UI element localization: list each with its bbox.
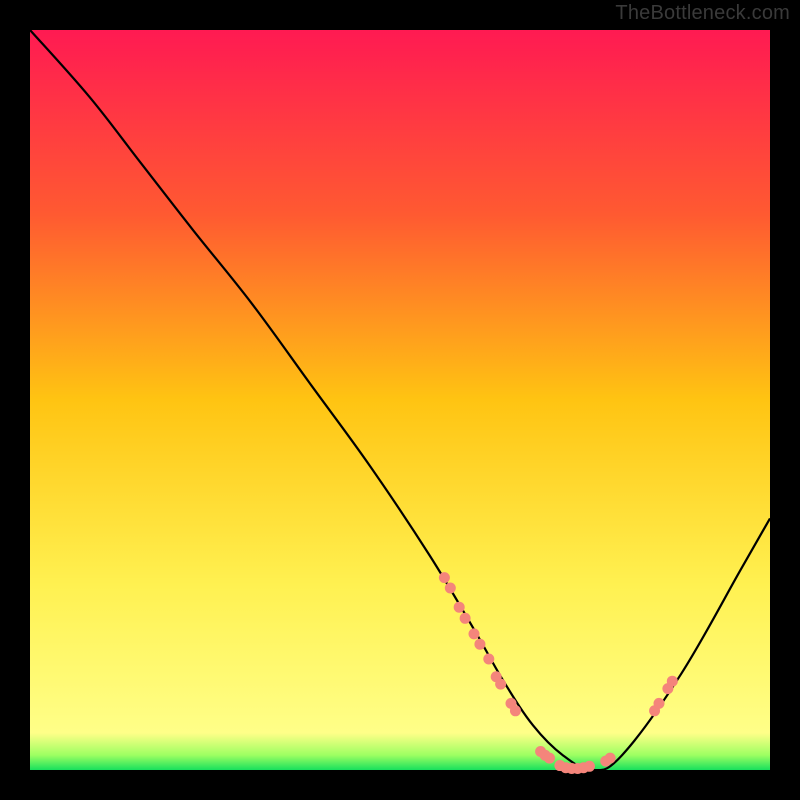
bottleneck-chart <box>0 0 800 800</box>
highlight-dot <box>439 572 450 583</box>
highlight-dot <box>474 639 485 650</box>
watermark-text: TheBottleneck.com <box>615 2 790 25</box>
highlight-dot <box>605 753 616 764</box>
plot-background <box>30 30 770 770</box>
chart-root: TheBottleneck.com <box>0 0 800 800</box>
highlight-dot <box>584 761 595 772</box>
highlight-dot <box>667 676 678 687</box>
highlight-dot <box>510 705 521 716</box>
highlight-dot <box>495 679 506 690</box>
highlight-dot <box>483 654 494 665</box>
highlight-dot <box>460 613 471 624</box>
highlight-dot <box>445 582 456 593</box>
highlight-dot <box>544 753 555 764</box>
highlight-dot <box>654 698 665 709</box>
highlight-dot <box>454 602 465 613</box>
highlight-dot <box>469 628 480 639</box>
